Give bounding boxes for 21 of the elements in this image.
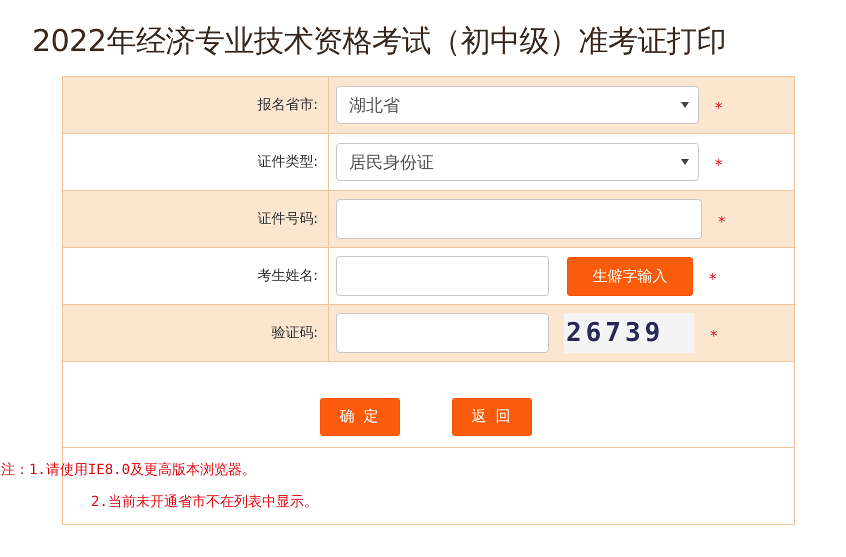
dropdown[interactable]: 居民身份证 — [336, 143, 699, 181]
field-label: 证件号码: — [257, 210, 318, 228]
captcha-image[interactable]: 26739 — [564, 313, 694, 353]
field-label: 报名省市: — [257, 96, 318, 114]
dropdown[interactable]: 湖北省 — [336, 86, 699, 124]
caret-icon — [681, 159, 689, 165]
field-label: 验证码: — [271, 324, 318, 342]
input-field[interactable] — [336, 313, 549, 353]
caret-icon — [681, 102, 689, 108]
required-mark: * — [718, 213, 726, 231]
field-label: 证件类型: — [257, 153, 318, 171]
input-field[interactable] — [336, 199, 702, 239]
note-text: 注：1.请使用IE8.0及更高版本浏览器。 — [1, 462, 256, 478]
required-mark: * — [715, 99, 722, 117]
required-mark: * — [715, 156, 722, 174]
input-field[interactable] — [336, 256, 549, 296]
required-mark: * — [710, 327, 718, 345]
note-text: 2.当前未开通省市不在列表中显示。 — [91, 494, 318, 510]
required-mark: * — [709, 270, 716, 288]
page-title: 2022年经济专业技术资格考试（初中级）准考证打印 — [32, 23, 727, 61]
field-label: 考生姓名: — [257, 267, 318, 285]
